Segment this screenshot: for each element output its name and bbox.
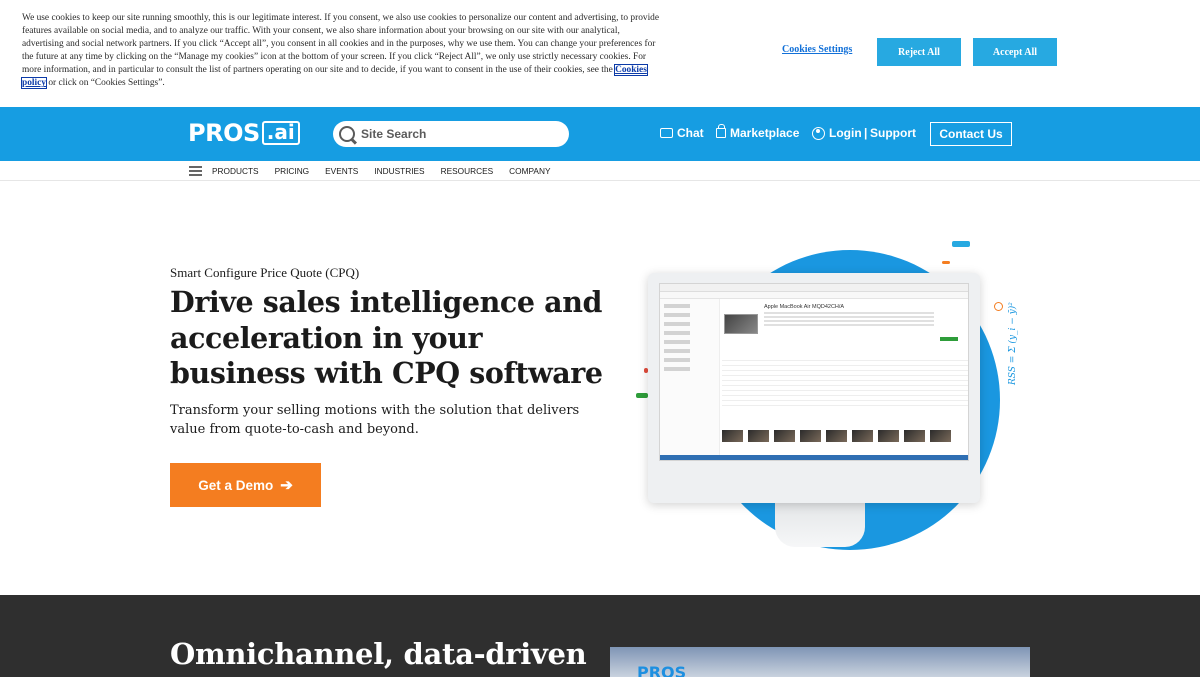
- cookies-settings-link[interactable]: Cookies Settings: [782, 44, 852, 55]
- reject-all-button[interactable]: Reject All: [877, 38, 961, 66]
- hero-subtitle: Transform your selling motions with the …: [170, 403, 580, 437]
- screen-footer: [660, 455, 968, 460]
- monitor-graphic: Apple MacBook Air MQD42CH/A: [648, 273, 980, 503]
- marketplace-label: Marketplace: [730, 126, 800, 140]
- contact-us-button[interactable]: Contact Us: [930, 122, 1012, 146]
- cookie-text-main: We use cookies to keep our site running …: [22, 13, 660, 76]
- screen-product-title: Apple MacBook Air MQD42CH/A: [764, 304, 845, 310]
- pros-logo[interactable]: PROS .ai: [188, 119, 300, 147]
- nav-item-industries[interactable]: INDUSTRIES: [374, 166, 424, 176]
- cookie-text-end: or click on “Cookies Settings”.: [45, 78, 165, 89]
- shopping-bag-icon: [716, 124, 726, 138]
- hero-title: Drive sales intelligence and acceleratio…: [170, 285, 603, 390]
- cookie-banner: We use cookies to keep our site running …: [0, 0, 1200, 107]
- monitor-stand: [775, 503, 865, 547]
- screen-text-lines: [764, 312, 934, 328]
- chat-link[interactable]: Chat: [660, 126, 704, 140]
- cpq-illustration: ∫ + q(o) = 0 J_n(x) = (2n/x) J_n(x) RSS …: [630, 225, 1050, 555]
- screen-navbar: [660, 292, 968, 299]
- section-title: Omnichannel, data-driven: [170, 637, 587, 671]
- demo-button-label: Get a Demo: [198, 477, 274, 493]
- nav-item-pricing[interactable]: PRICING: [275, 166, 310, 176]
- nav-separator: |: [864, 126, 868, 140]
- search-input[interactable]: [361, 127, 551, 141]
- user-icon: [812, 126, 825, 140]
- decor-dash: [942, 261, 950, 264]
- site-search[interactable]: [333, 121, 569, 147]
- secondary-nav-items: PRODUCTS PRICING EVENTS INDUSTRIES RESOU…: [212, 166, 551, 176]
- nav-item-company[interactable]: COMPANY: [509, 166, 550, 176]
- get-a-demo-button[interactable]: Get a Demo ➔: [170, 463, 321, 507]
- screen-spec-table: [722, 356, 968, 424]
- search-icon[interactable]: [339, 126, 355, 142]
- cookie-notice-text: We use cookies to keep our site running …: [21, 12, 662, 91]
- support-label: Support: [870, 126, 916, 140]
- screen-sidebar: [660, 299, 720, 456]
- screen-thumbnails: [722, 430, 951, 442]
- hamburger-menu-icon[interactable]: [189, 166, 202, 176]
- login-link[interactable]: Login: [812, 126, 862, 140]
- decor-dash: [636, 393, 648, 398]
- decor-dash: [952, 241, 970, 247]
- nav-item-products[interactable]: PRODUCTS: [212, 166, 259, 176]
- decor-ring: [994, 302, 1003, 311]
- omnichannel-section: Omnichannel, data-driven PROS: [0, 595, 1200, 677]
- math-formula-top: ∫ + q(o) = 0 J_n(x) = (2n/x) J_n(x): [715, 237, 877, 248]
- screen-topbar: [660, 284, 968, 292]
- accept-all-button[interactable]: Accept All: [973, 38, 1057, 66]
- logo-ai-text: .ai: [261, 121, 300, 145]
- secondary-nav: PRODUCTS PRICING EVENTS INDUSTRIES RESOU…: [0, 161, 1200, 181]
- main-header: PROS .ai Chat Marketplace Login | Suppor…: [0, 107, 1200, 161]
- arrow-right-icon: ➔: [280, 477, 293, 494]
- nav-item-resources[interactable]: RESOURCES: [441, 166, 494, 176]
- screen-mockup: Apple MacBook Air MQD42CH/A: [659, 283, 969, 461]
- chat-icon: [660, 128, 673, 138]
- login-label: Login: [829, 126, 862, 140]
- screen-add-button: [940, 337, 958, 341]
- laptop-image: [724, 314, 758, 334]
- marketplace-link[interactable]: Marketplace: [716, 124, 800, 140]
- image-logo: PROS: [637, 663, 687, 677]
- support-link[interactable]: Support: [870, 126, 916, 140]
- math-formula-side: RSS = Σ (y_i − ȳ)²: [1008, 302, 1018, 385]
- chat-label: Chat: [677, 126, 704, 140]
- nav-item-events[interactable]: EVENTS: [325, 166, 358, 176]
- logo-text: PROS: [188, 119, 260, 147]
- hero-eyebrow: Smart Configure Price Quote (CPQ): [170, 265, 360, 280]
- section-image: PROS: [610, 647, 1030, 677]
